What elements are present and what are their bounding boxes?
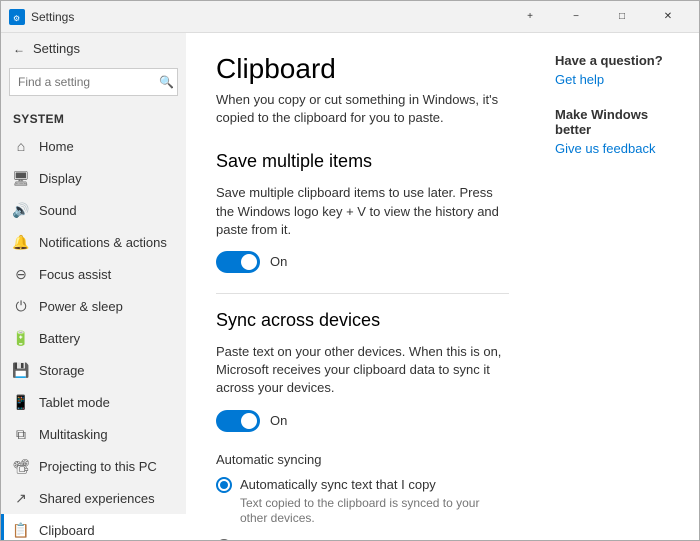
radio-auto-circle[interactable] — [216, 477, 232, 493]
radio-item-auto: Automatically sync text that I copy Text… — [216, 477, 509, 527]
sidebar-item-label: Shared experiences — [39, 491, 155, 506]
app-icon: ⚙ — [9, 9, 25, 25]
sidebar-item-battery[interactable]: 🔋 Battery — [1, 322, 186, 354]
sidebar-item-home[interactable]: ⌂ Home — [1, 130, 186, 162]
home-icon: ⌂ — [13, 138, 29, 154]
sync-toggle-label: On — [270, 413, 287, 428]
minimize-button[interactable]: − — [553, 1, 599, 33]
radio-auto-sublabel: Text copied to the clipboard is synced t… — [240, 496, 509, 527]
power-icon: ⏻ — [13, 298, 29, 314]
clipboard-icon: 📋 — [13, 522, 29, 538]
radio-auto-label: Automatically sync text that I copy — [240, 477, 436, 492]
radio-item-manual: Never automatically sync text that I cop… — [216, 539, 509, 540]
sync-section-desc: Paste text on your other devices. When t… — [216, 343, 509, 398]
sidebar-item-label: Storage — [39, 363, 85, 378]
radio-row-auto[interactable]: Automatically sync text that I copy — [216, 477, 509, 493]
main-content: Clipboard When you copy or cut something… — [186, 33, 539, 540]
storage-icon: 💾 — [13, 362, 29, 378]
feedback-link[interactable]: Give us feedback — [555, 141, 683, 156]
sidebar-item-label: Clipboard — [39, 523, 95, 538]
sidebar-item-display[interactable]: 🖥 Display — [1, 162, 186, 194]
save-section-desc: Save multiple clipboard items to use lat… — [216, 184, 509, 239]
maximize-button[interactable]: □ — [599, 1, 645, 33]
save-toggle-row: On — [216, 251, 509, 273]
sidebar: ← Settings 🔍 System ⌂ Home 🖥 Display 🔊 S… — [1, 33, 186, 540]
sync-toggle[interactable] — [216, 410, 260, 432]
sidebar-item-label: Sound — [39, 203, 77, 218]
shared-icon: ↗ — [13, 490, 29, 506]
sidebar-item-clipboard[interactable]: 📋 Clipboard — [1, 514, 186, 540]
sidebar-item-notifications[interactable]: 🔔 Notifications & actions — [1, 226, 186, 258]
back-arrow-icon: ← — [13, 42, 25, 56]
sidebar-section-label: System — [1, 104, 186, 130]
projecting-icon: 📽 — [13, 458, 29, 474]
main-window: ⚙ Settings + − □ ✕ ← Settings 🔍 System ⌂… — [0, 0, 700, 541]
sidebar-item-label: Notifications & actions — [39, 235, 167, 250]
search-icon-button[interactable]: 🔍 — [159, 75, 174, 89]
sidebar-item-label: Battery — [39, 331, 80, 346]
sidebar-item-label: Focus assist — [39, 267, 111, 282]
sidebar-item-label: Tablet mode — [39, 395, 110, 410]
help-sidebar: Have a question? Get help Make Windows b… — [539, 33, 699, 540]
sync-toggle-row: On — [216, 410, 509, 432]
sidebar-item-label: Multitasking — [39, 427, 108, 442]
sidebar-back-label: Settings — [33, 41, 80, 56]
svg-text:⚙: ⚙ — [13, 14, 20, 22]
sidebar-item-sound[interactable]: 🔊 Sound — [1, 194, 186, 226]
multitasking-icon: ⧉ — [13, 426, 29, 442]
close-button[interactable]: ✕ — [645, 1, 691, 33]
page-title: Clipboard — [216, 53, 509, 85]
main-row: Clipboard When you copy or cut something… — [186, 33, 699, 540]
auto-sync-label: Automatic syncing — [216, 452, 509, 467]
feedback-section: Make Windows better Give us feedback — [555, 107, 683, 156]
notifications-icon: 🔔 — [13, 234, 29, 250]
page-subtitle: When you copy or cut something in Window… — [216, 91, 509, 127]
sidebar-item-storage[interactable]: 💾 Storage — [1, 354, 186, 386]
feedback-title: Make Windows better — [555, 107, 683, 137]
search-input[interactable] — [9, 68, 178, 96]
sidebar-item-label: Power & sleep — [39, 299, 123, 314]
battery-icon: 🔋 — [13, 330, 29, 346]
sidebar-back-button[interactable]: ← Settings — [1, 33, 186, 64]
save-toggle-label: On — [270, 254, 287, 269]
sound-icon: 🔊 — [13, 202, 29, 218]
sidebar-item-multitasking[interactable]: ⧉ Multitasking — [1, 418, 186, 450]
sidebar-item-projecting[interactable]: 📽 Projecting to this PC — [1, 450, 186, 482]
new-tab-button[interactable]: + — [507, 1, 553, 33]
radio-row-manual[interactable]: Never automatically sync text that I cop… — [216, 539, 509, 540]
sidebar-item-label: Display — [39, 171, 82, 186]
help-section: Have a question? Get help — [555, 53, 683, 87]
display-icon: 🖥 — [13, 170, 29, 186]
tablet-icon: 📱 — [13, 394, 29, 410]
sidebar-item-tablet[interactable]: 📱 Tablet mode — [1, 386, 186, 418]
radio-group: Automatically sync text that I copy Text… — [216, 477, 509, 541]
get-help-link[interactable]: Get help — [555, 72, 683, 87]
save-toggle[interactable] — [216, 251, 260, 273]
focus-icon: ⊖ — [13, 266, 29, 282]
window-controls: − □ ✕ — [553, 1, 691, 33]
content-area: ← Settings 🔍 System ⌂ Home 🖥 Display 🔊 S… — [1, 33, 699, 540]
sidebar-item-label: Projecting to this PC — [39, 459, 157, 474]
sidebar-item-label: Home — [39, 139, 74, 154]
save-section-title: Save multiple items — [216, 151, 509, 172]
radio-manual-circle[interactable] — [216, 539, 232, 540]
section-divider-1 — [216, 293, 509, 294]
sidebar-item-power[interactable]: ⏻ Power & sleep — [1, 290, 186, 322]
sidebar-item-shared[interactable]: ↗ Shared experiences — [1, 482, 186, 514]
sync-section-title: Sync across devices — [216, 310, 509, 331]
titlebar: ⚙ Settings + − □ ✕ — [1, 1, 699, 33]
sidebar-item-focus[interactable]: ⊖ Focus assist — [1, 258, 186, 290]
window-title: Settings — [31, 10, 507, 24]
help-title: Have a question? — [555, 53, 683, 68]
search-box: 🔍 — [9, 68, 178, 96]
radio-manual-label: Never automatically sync text that I cop… — [240, 539, 473, 540]
